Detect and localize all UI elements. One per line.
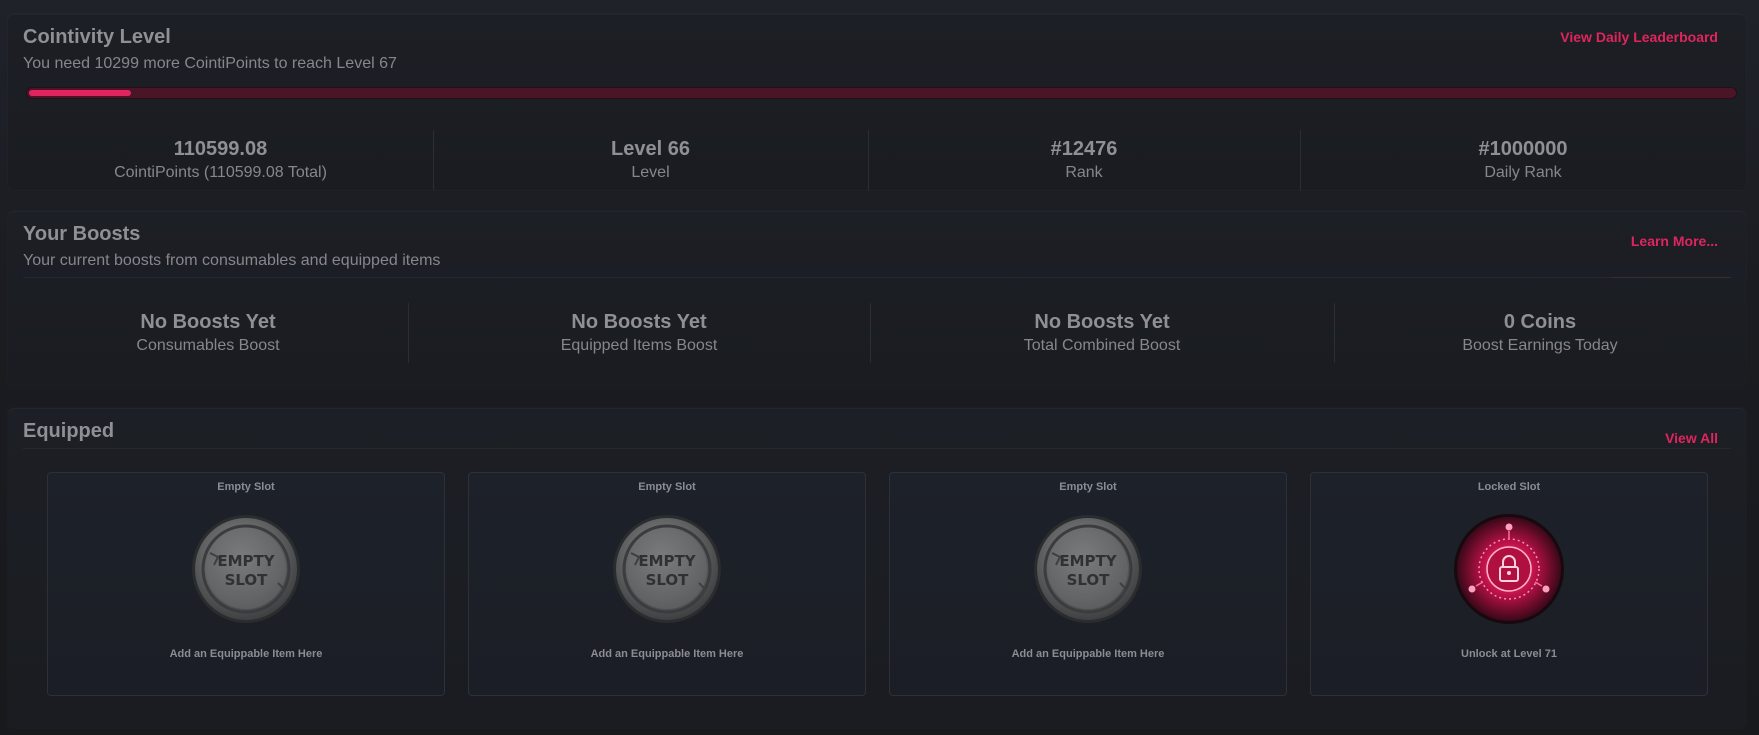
equip-slot-4-locked[interactable]: Locked Slot Unlock at Level 71 (1310, 472, 1708, 696)
boosts-card-title: Your Boosts (23, 223, 141, 245)
slot-caption: Unlock at Level 71 (1461, 648, 1557, 660)
stat-value: #1000000 (1478, 138, 1568, 160)
stat-label: Level (631, 164, 670, 181)
stat-rank: #12476 Rank (868, 128, 1300, 192)
stat-label: Daily Rank (1484, 164, 1562, 181)
level-stats-row: 110599.08 CointiPoints (110599.08 Total)… (8, 128, 1746, 192)
slot-caption: Add an Equippable Item Here (590, 648, 744, 660)
stat-value: 110599.08 (173, 138, 268, 160)
page: Cointivity Level You need 10299 more Coi… (0, 0, 1759, 735)
stat-value: No Boosts Yet (1034, 311, 1170, 333)
slot-title: Locked Slot (1477, 481, 1541, 493)
boost-stats-row: No Boosts Yet Consumables Boost No Boost… (8, 301, 1746, 365)
stat-cointipoints: 110599.08 CointiPoints (110599.08 Total) (8, 128, 433, 192)
level-card-title: Cointivity Level (23, 26, 171, 48)
stat-value: No Boosts Yet (140, 311, 276, 333)
stat-value: No Boosts Yet (571, 311, 707, 333)
stat-boost-earnings-today: 0 Coins Boost Earnings Today (1334, 301, 1746, 365)
stat-label: CointiPoints (110599.08 Total) (114, 164, 327, 181)
empty-slot-icon-text: SLOT (646, 571, 690, 589)
boosts-card-subtitle: Your current boosts from consumables and… (23, 252, 441, 269)
stat-daily-rank: #1000000 Daily Rank (1300, 128, 1746, 192)
stat-level: Level 66 Level (433, 128, 868, 192)
stat-value: Level 66 (611, 138, 690, 160)
empty-slot-icon-text: SLOT (225, 571, 269, 589)
stat-label: Rank (1065, 164, 1103, 181)
empty-slot-icon: EMPTY SLOT (1034, 515, 1142, 623)
slot-title: Empty Slot (217, 481, 275, 493)
stat-label: Boost Earnings Today (1462, 337, 1618, 354)
equipped-card-title: Equipped (23, 420, 115, 442)
view-daily-leaderboard-link[interactable]: View Daily Leaderboard (1560, 29, 1718, 45)
empty-slot-icon: EMPTY SLOT (192, 515, 300, 623)
stat-value: 0 Coins (1503, 311, 1577, 333)
divider (23, 448, 1731, 449)
view-all-link[interactable]: View All (1665, 430, 1718, 446)
stat-value: #12476 (1050, 138, 1118, 160)
divider (23, 277, 1731, 278)
stat-label: Total Combined Boost (1023, 337, 1181, 354)
learn-more-link[interactable]: Learn More... (1631, 233, 1718, 249)
cointivity-level-card: Cointivity Level You need 10299 more Coi… (8, 14, 1746, 190)
your-boosts-card: Your Boosts Your current boosts from con… (8, 211, 1746, 385)
stat-label: Equipped Items Boost (560, 337, 718, 354)
level-progress-fill (29, 90, 132, 96)
empty-slot-icon-text: EMPTY (1059, 552, 1117, 570)
empty-slot-icon-text: EMPTY (217, 552, 275, 570)
equip-slot-1[interactable]: Empty Slot EMPTY SLOT Add an Equippable … (47, 472, 445, 696)
empty-slot-icon: EMPTY SLOT (613, 515, 721, 623)
level-card-subtitle: You need 10299 more CointiPoints to reac… (23, 55, 397, 72)
stat-consumables-boost: No Boosts Yet Consumables Boost (8, 301, 408, 365)
slot-title: Empty Slot (1059, 481, 1117, 493)
equipped-card: Equipped View All Empty Slot EMPTY SLOT … (8, 408, 1746, 728)
slot-title: Empty Slot (638, 481, 696, 493)
divider-accent (1611, 277, 1731, 278)
level-progress-bar (27, 88, 1736, 98)
empty-slot-icon-text: EMPTY (638, 552, 696, 570)
stat-total-combined-boost: No Boosts Yet Total Combined Boost (870, 301, 1334, 365)
empty-slot-icon-text: SLOT (1067, 571, 1111, 589)
stat-equipped-items-boost: No Boosts Yet Equipped Items Boost (408, 301, 870, 365)
lock-icon (1454, 514, 1564, 624)
slot-caption: Add an Equippable Item Here (1011, 648, 1165, 660)
equip-slot-3[interactable]: Empty Slot EMPTY SLOT Add an Equippable … (889, 472, 1287, 696)
equip-slot-2[interactable]: Empty Slot EMPTY SLOT Add an Equippable … (468, 472, 866, 696)
stat-label: Consumables Boost (136, 337, 280, 354)
slot-caption: Add an Equippable Item Here (169, 648, 323, 660)
